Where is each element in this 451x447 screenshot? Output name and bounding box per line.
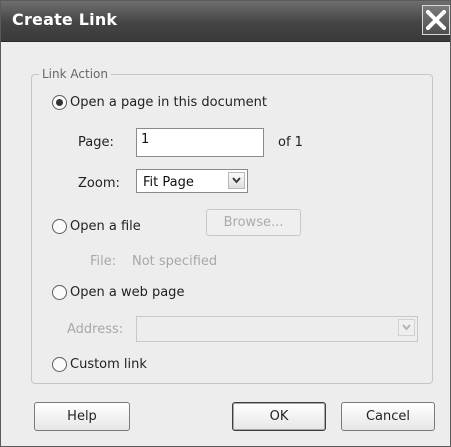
radio-custom-link[interactable] [52, 357, 67, 372]
create-link-dialog: Create Link Link Action Open a page in t… [0, 0, 451, 447]
radio-open-file-row[interactable]: Open a file [52, 219, 141, 234]
radio-custom-link-label: Custom link [70, 357, 147, 372]
radio-open-file[interactable] [52, 219, 67, 234]
page-input[interactable]: 1 [136, 128, 264, 157]
chevron-down-icon [232, 177, 241, 184]
close-button[interactable] [422, 5, 450, 35]
radio-open-web-row[interactable]: Open a web page [52, 285, 184, 300]
link-action-label: Link Action [39, 67, 111, 81]
radio-open-web-label: Open a web page [70, 285, 185, 300]
close-icon [426, 10, 446, 30]
page-label: Page: [78, 135, 114, 150]
radio-open-page-row[interactable]: Open a page in this document [52, 95, 267, 110]
file-value: Not specified [132, 254, 218, 269]
radio-open-file-label: Open a file [70, 219, 141, 234]
chevron-down-icon [402, 324, 411, 331]
file-label: File: [90, 254, 117, 269]
browse-button[interactable]: Browse... [206, 209, 301, 236]
zoom-dropdown-arrow[interactable] [228, 172, 245, 189]
dialog-title: Create Link [12, 10, 118, 29]
title-bar: Create Link [1, 1, 450, 42]
zoom-select[interactable]: Fit Page [136, 169, 248, 193]
zoom-value: Fit Page [143, 175, 194, 190]
address-select[interactable] [136, 316, 418, 342]
cancel-button[interactable]: Cancel [341, 402, 435, 431]
radio-open-page-label: Open a page in this document [70, 95, 267, 110]
address-dropdown-arrow[interactable] [398, 319, 415, 336]
page-of-label: of 1 [278, 135, 303, 150]
zoom-label: Zoom: [78, 176, 120, 191]
radio-open-web[interactable] [52, 285, 67, 300]
radio-custom-link-row[interactable]: Custom link [52, 357, 147, 372]
help-button[interactable]: Help [34, 402, 130, 431]
radio-open-page[interactable] [52, 95, 67, 110]
ok-button[interactable]: OK [232, 402, 326, 431]
address-label: Address: [67, 322, 124, 337]
